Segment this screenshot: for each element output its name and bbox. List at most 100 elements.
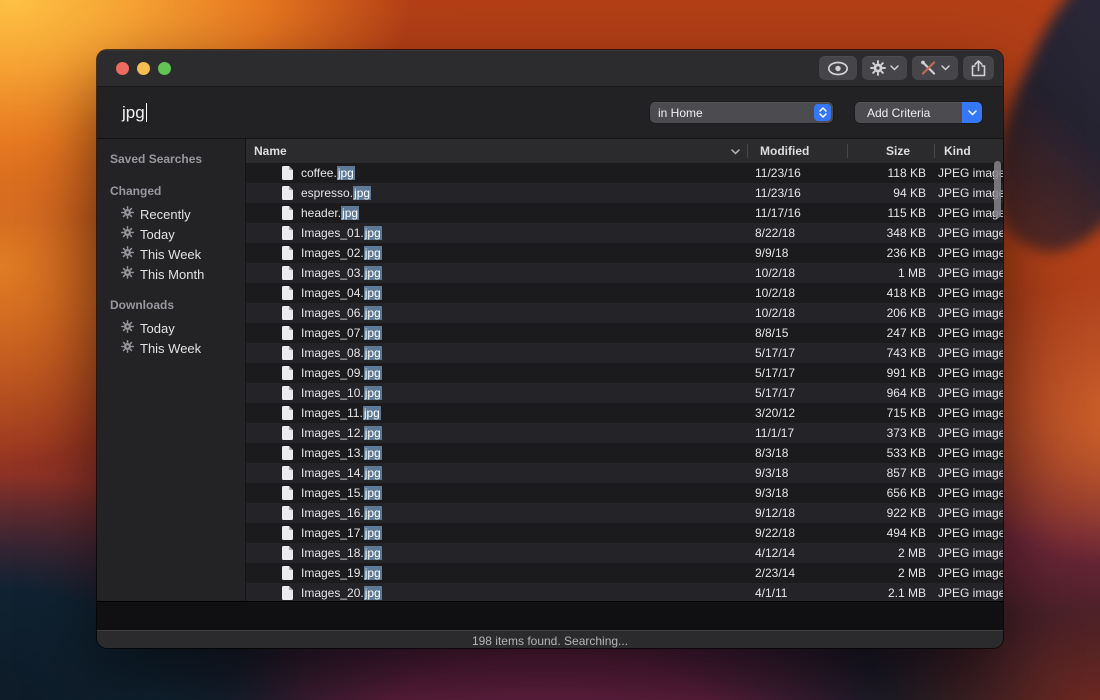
file-modified: 9/12/18 [747, 506, 847, 520]
column-header-size[interactable]: Size [847, 139, 934, 163]
file-kind: JPEG image [934, 486, 1003, 500]
file-row[interactable]: Images_16.jpg 9/12/18 922 KB JPEG image [246, 503, 1003, 523]
file-name: Images_03.jpg [301, 266, 382, 280]
file-row[interactable]: coffee.jpg 11/23/16 118 KB JPEG image [246, 163, 1003, 183]
file-size: 743 KB [847, 346, 934, 360]
file-row[interactable]: Images_01.jpg 8/22/18 348 KB JPEG image [246, 223, 1003, 243]
smart-folder-gear-icon [121, 246, 134, 262]
file-row[interactable]: Images_18.jpg 4/12/14 2 MB JPEG image [246, 543, 1003, 563]
file-kind: JPEG image [934, 546, 1003, 560]
file-size: 348 KB [847, 226, 934, 240]
file-size: 418 KB [847, 286, 934, 300]
file-row[interactable]: Images_10.jpg 5/17/17 964 KB JPEG image [246, 383, 1003, 403]
file-kind: JPEG image [934, 526, 1003, 540]
jpeg-file-icon [282, 226, 293, 240]
smart-folder-gear-icon [121, 206, 134, 222]
column-header-modified[interactable]: Modified [747, 139, 847, 163]
file-row[interactable]: Images_04.jpg 10/2/18 418 KB JPEG image [246, 283, 1003, 303]
file-row[interactable]: Images_07.jpg 8/8/15 247 KB JPEG image [246, 323, 1003, 343]
file-row[interactable]: Images_08.jpg 5/17/17 743 KB JPEG image [246, 343, 1003, 363]
sidebar-item-today[interactable]: Today [97, 318, 245, 338]
file-row[interactable]: Images_12.jpg 11/1/17 373 KB JPEG image [246, 423, 1003, 443]
jpeg-file-icon [282, 446, 293, 460]
sidebar-item-recently[interactable]: Recently [97, 204, 245, 224]
minimize-button[interactable] [137, 62, 150, 75]
file-name: Images_19.jpg [301, 566, 382, 580]
file-name: Images_09.jpg [301, 366, 382, 380]
file-name: Images_04.jpg [301, 286, 382, 300]
list-bottom-spacer [97, 601, 1003, 630]
column-header-kind[interactable]: Kind [934, 139, 1003, 163]
file-row[interactable]: Images_17.jpg 9/22/18 494 KB JPEG image [246, 523, 1003, 543]
file-row[interactable]: Images_20.jpg 4/1/11 2.1 MB JPEG image [246, 583, 1003, 601]
file-row[interactable]: Images_06.jpg 10/2/18 206 KB JPEG image [246, 303, 1003, 323]
jpeg-file-icon [282, 486, 293, 500]
sidebar-item-this-week[interactable]: This Week [97, 338, 245, 358]
file-modified: 9/3/18 [747, 466, 847, 480]
action-menu-button[interactable] [862, 56, 907, 80]
file-row[interactable]: Images_09.jpg 5/17/17 991 KB JPEG image [246, 363, 1003, 383]
chevron-down-icon [962, 102, 982, 123]
file-row[interactable]: Images_15.jpg 9/3/18 656 KB JPEG image [246, 483, 1003, 503]
jpeg-file-icon [282, 166, 293, 180]
file-name: Images_12.jpg [301, 426, 382, 440]
chevron-down-icon [890, 65, 899, 71]
file-kind: JPEG image [934, 306, 1003, 320]
sidebar-item-this-month[interactable]: This Month [97, 264, 245, 284]
sidebar-item-this-week[interactable]: This Week [97, 244, 245, 264]
smart-folder-gear-icon [121, 266, 134, 282]
file-list: Name Modified Size Kind coffee.jpg 11/23… [246, 139, 1003, 601]
file-row[interactable]: Images_11.jpg 3/20/12 715 KB JPEG image [246, 403, 1003, 423]
sort-chevron-icon [731, 144, 740, 158]
file-kind: JPEG image [934, 326, 1003, 340]
sidebar-item-label: Today [140, 227, 175, 242]
sidebar-item-today[interactable]: Today [97, 224, 245, 244]
search-match-highlight: jpg [353, 186, 371, 200]
chevron-down-icon [941, 65, 950, 71]
search-input[interactable]: jpg [122, 103, 650, 123]
file-size: 494 KB [847, 526, 934, 540]
search-bar: jpg in Home Add Criteria [97, 87, 1003, 139]
search-match-highlight: jpg [364, 306, 382, 320]
search-match-highlight: jpg [364, 486, 382, 500]
file-row[interactable]: header.jpg 11/17/16 115 KB JPEG image [246, 203, 1003, 223]
file-row[interactable]: Images_13.jpg 8/3/18 533 KB JPEG image [246, 443, 1003, 463]
table-header: Name Modified Size Kind [246, 139, 1003, 164]
search-scope-popup[interactable]: in Home [650, 102, 833, 123]
file-modified: 9/3/18 [747, 486, 847, 500]
column-header-name[interactable]: Name [246, 139, 747, 163]
add-criteria-button[interactable]: Add Criteria [855, 102, 982, 123]
file-kind: JPEG image [934, 346, 1003, 360]
tools-menu-button[interactable] [912, 56, 958, 80]
file-row[interactable]: Images_03.jpg 10/2/18 1 MB JPEG image [246, 263, 1003, 283]
file-kind: JPEG image [934, 266, 1003, 280]
toolbar [819, 56, 994, 80]
file-name: Images_11.jpg [301, 406, 381, 420]
sidebar-item-label: Today [140, 321, 175, 336]
smart-folder-gear-icon [121, 320, 134, 336]
quick-look-button[interactable] [819, 56, 857, 80]
close-button[interactable] [116, 62, 129, 75]
vertical-scrollbar[interactable] [994, 161, 1001, 218]
search-match-highlight: jpg [364, 326, 382, 340]
file-modified: 4/1/11 [747, 586, 847, 600]
file-modified: 5/17/17 [747, 386, 847, 400]
file-name: header.jpg [301, 206, 359, 220]
status-text: 198 items found. Searching... [472, 634, 628, 648]
file-name: Images_18.jpg [301, 546, 382, 560]
window-titlebar[interactable] [97, 50, 1003, 87]
file-modified: 2/23/14 [747, 566, 847, 580]
jpeg-file-icon [282, 366, 293, 380]
share-button[interactable] [963, 56, 994, 80]
file-modified: 11/23/16 [747, 166, 847, 180]
jpeg-file-icon [282, 526, 293, 540]
file-name: coffee.jpg [301, 166, 355, 180]
file-row[interactable]: Images_14.jpg 9/3/18 857 KB JPEG image [246, 463, 1003, 483]
zoom-button[interactable] [158, 62, 171, 75]
file-row[interactable]: espresso.jpg 11/23/16 94 KB JPEG image [246, 183, 1003, 203]
file-row[interactable]: Images_19.jpg 2/23/14 2 MB JPEG image [246, 563, 1003, 583]
search-query-text: jpg [122, 103, 145, 123]
search-match-highlight: jpg [364, 506, 382, 520]
file-kind: JPEG image [934, 466, 1003, 480]
file-row[interactable]: Images_02.jpg 9/9/18 236 KB JPEG image [246, 243, 1003, 263]
